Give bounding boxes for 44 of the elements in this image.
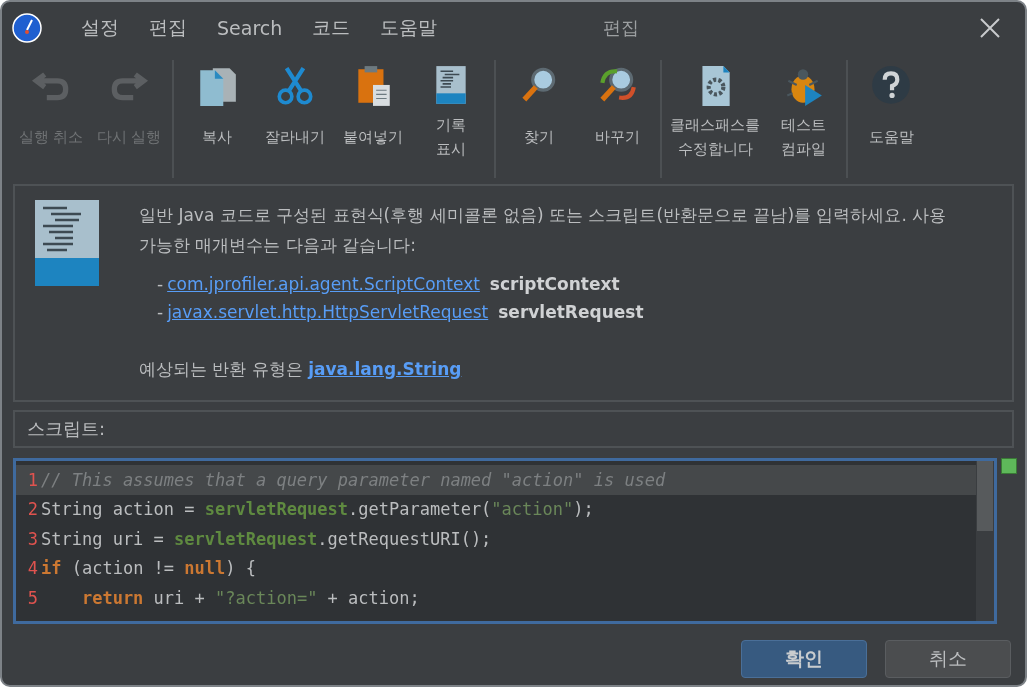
menu-item[interactable]: 편집: [134, 15, 202, 41]
java-file-icon: [35, 200, 99, 286]
window-title: 편집: [601, 16, 640, 40]
line-number: 1: [26, 469, 39, 490]
line-number: 5: [26, 587, 39, 608]
description-text: 일반 Java 코드로 구성된 표현식(후행 세미콜론 없음) 또는 스크립트(반환문으로 끝남)를 입력하세요. 사용 가능한 매개변수는 다음과 같습니다:: [139, 204, 948, 257]
app-logo-icon: [12, 13, 42, 43]
code-line: // This assumes that a query parameter named "action" is used: [41, 469, 666, 490]
toolbar-button[interactable]: 잘라내기: [256, 60, 334, 178]
scrollbar[interactable]: [976, 461, 994, 621]
toolbar-button[interactable]: 테스트 컴파일: [764, 60, 842, 178]
toolbar-button[interactable]: 도움말: [852, 60, 930, 178]
return-type-text: 예상되는 반환 유형은: [139, 359, 303, 379]
scrollbar-thumb[interactable]: [977, 461, 993, 531]
toolbar-button[interactable]: 붙여넣기: [334, 60, 412, 178]
type-link[interactable]: com.jprofiler.api.agent.ScriptContext: [167, 274, 480, 294]
list-dash: -: [157, 302, 164, 322]
line-number: 4: [26, 558, 39, 579]
return-type-link[interactable]: java.lang.String: [308, 359, 462, 379]
toolbar-button[interactable]: 기록 표시: [412, 60, 490, 178]
code-line: String uri = servletRequest.getRequestURI();: [41, 528, 492, 549]
type-link[interactable]: javax.servlet.http.HttpServletRequest: [167, 302, 489, 322]
dialog-button[interactable]: 확인: [741, 640, 867, 678]
list-dash: -: [157, 274, 164, 294]
status-marker-icon: [1001, 458, 1017, 474]
code-line: String action = servletRequest.getParameter("action");: [41, 499, 594, 520]
line-number: 3: [26, 528, 39, 549]
toolbar-button[interactable]: 찾기: [500, 60, 578, 178]
code-line: if (action != null) {: [41, 558, 256, 579]
toolbar-button[interactable]: 클래스패스를 수정합니다: [666, 60, 764, 178]
menu-item[interactable]: 도움말: [365, 15, 453, 41]
line-number: 2: [26, 499, 39, 520]
script-label: 스크립트:: [27, 417, 106, 441]
dialog-button[interactable]: 취소: [885, 640, 1011, 678]
parameter-name: scriptContext: [489, 274, 620, 294]
code-line: return uri + "?action=" + action;: [80, 587, 420, 608]
close-icon[interactable]: [979, 17, 1001, 39]
parameter-name: servletRequest: [498, 302, 644, 322]
menu-item[interactable]: Search: [202, 17, 298, 39]
menu-item[interactable]: 코드: [297, 15, 366, 41]
toolbar-button[interactable]: 복사: [178, 60, 256, 178]
menu-item[interactable]: 설정: [66, 15, 134, 41]
toolbar-button[interactable]: 바꾸기: [578, 60, 656, 178]
code-editor[interactable]: [13, 458, 997, 624]
